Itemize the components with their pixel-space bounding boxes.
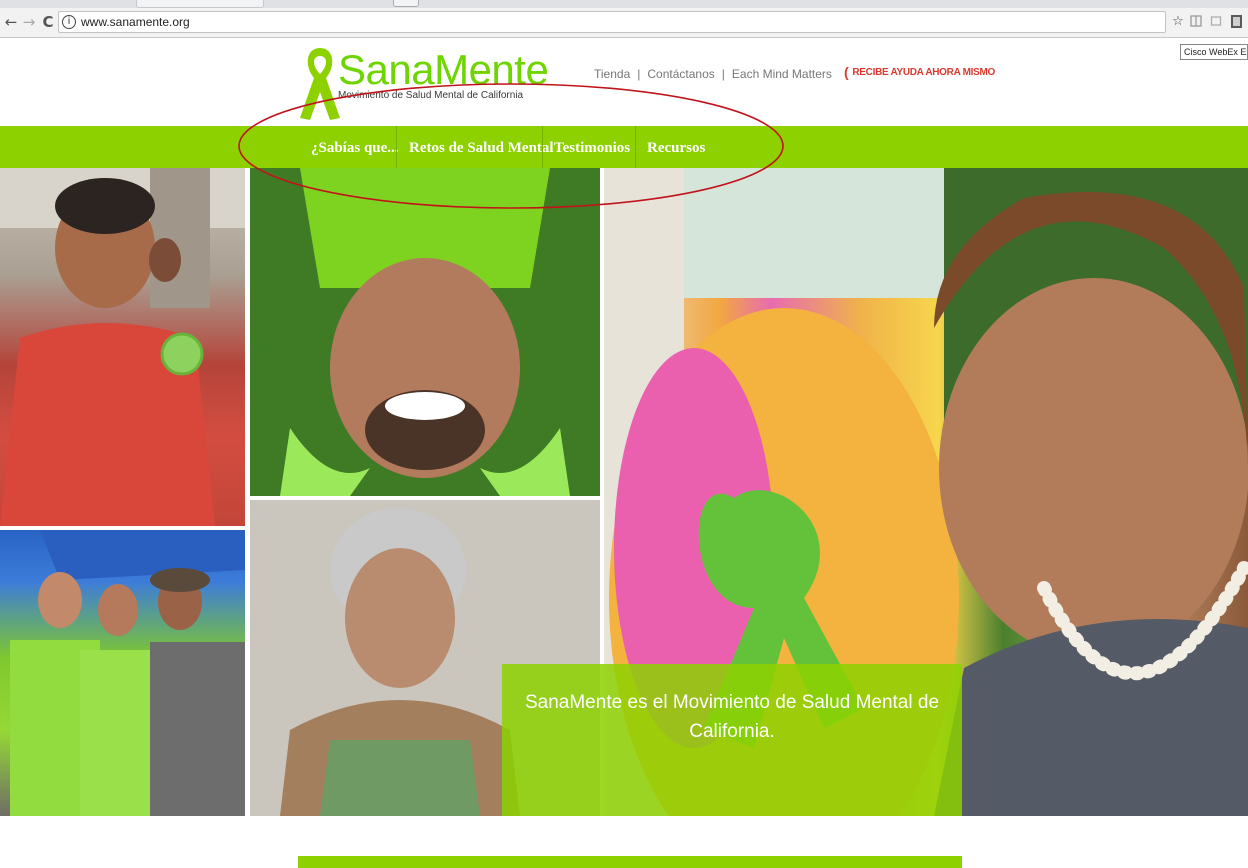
help-label: RECIBE AYUDA AHORA MISMO [852, 67, 995, 78]
reload-icon[interactable]: C [39, 12, 57, 32]
browser-tabstrip [0, 0, 1248, 8]
webex-extension-icon[interactable] [1229, 14, 1243, 30]
extension-puzzle-icon[interactable] [1189, 14, 1203, 30]
browser-toolbar: ← → C i www.sanamente.org ☆ [0, 8, 1248, 38]
extension-tooltip: Cisco WebEx Exte [1180, 44, 1248, 60]
photo-man-green-hat [250, 168, 600, 496]
extension-reader-icon[interactable] [1209, 14, 1223, 30]
link-separator: | [637, 67, 641, 81]
link-each-mind-matters[interactable]: Each Mind Matters [732, 67, 832, 81]
hero-caption-box: SanaMente es el Movimiento de Salud Ment… [502, 664, 962, 816]
bookmark-star-icon[interactable]: ☆ [1171, 14, 1185, 30]
link-separator: | [721, 67, 725, 81]
forward-icon[interactable]: → [20, 12, 38, 32]
photo-boy-with-cookie [0, 168, 245, 526]
top-links: Tienda | Contáctanos | Each Mind Matters [594, 67, 832, 81]
photo-boy-art [0, 168, 245, 526]
link-tienda[interactable]: Tienda [594, 67, 630, 81]
new-tab-button[interactable] [393, 0, 419, 7]
browser-tab[interactable] [136, 0, 264, 8]
link-contactanos[interactable]: Contáctanos [647, 67, 714, 81]
hero-caption: SanaMente es el Movimiento de Salud Ment… [524, 692, 940, 742]
photo-group-three-people [0, 530, 245, 816]
photo-man-art [250, 168, 600, 496]
address-bar[interactable]: i www.sanamente.org [58, 11, 1166, 33]
back-icon[interactable]: ← [2, 12, 20, 32]
url-text[interactable]: www.sanamente.org [81, 15, 190, 29]
annotation-ellipse [238, 83, 784, 209]
section-banner-top [298, 856, 962, 868]
photo-group-art [10, 530, 245, 816]
help-link[interactable]: (RECIBE AYUDA AHORA MISMO [844, 64, 995, 80]
phone-icon: ( [844, 64, 849, 80]
info-icon[interactable]: i [62, 15, 76, 29]
